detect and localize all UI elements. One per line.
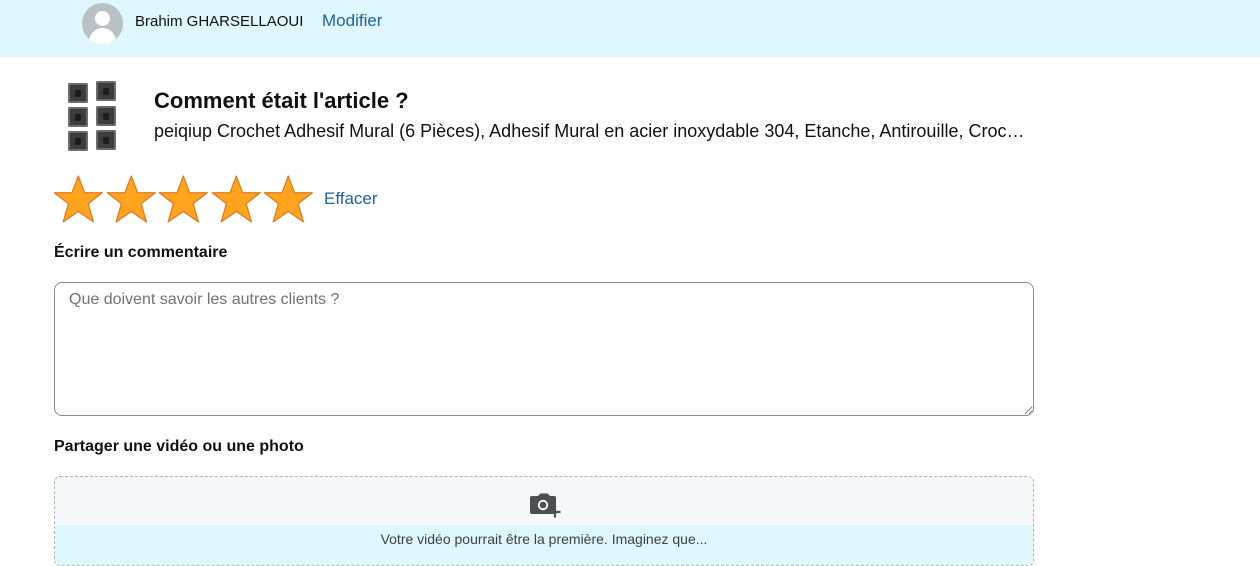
star-icon[interactable] bbox=[52, 175, 105, 225]
avatar-body bbox=[89, 28, 116, 44]
media-label: Partager une vidéo ou une photo bbox=[54, 438, 304, 455]
edit-profile-link[interactable]: Modifier bbox=[322, 11, 382, 31]
star-icon[interactable] bbox=[157, 175, 210, 225]
upload-prompt-banner: Votre vidéo pourrait être la première. I… bbox=[55, 525, 1033, 565]
star-icon[interactable] bbox=[210, 175, 263, 225]
clear-rating-link[interactable]: Effacer bbox=[324, 189, 378, 209]
product-image bbox=[66, 80, 118, 154]
review-label: Écrire un commentaire bbox=[54, 244, 228, 261]
media-upload-area[interactable]: Votre vidéo pourrait être la première. I… bbox=[54, 476, 1034, 566]
star-icon[interactable] bbox=[262, 175, 315, 225]
hook-piece bbox=[96, 106, 116, 126]
avatar bbox=[82, 3, 123, 44]
hook-piece bbox=[96, 130, 116, 150]
review-textarea[interactable] bbox=[54, 282, 1034, 416]
user-header: Brahim GHARSELLAOUI Modifier bbox=[0, 0, 1260, 57]
rating-question: Comment était l'article ? bbox=[154, 88, 409, 113]
hook-piece bbox=[96, 81, 116, 101]
camera-plus-icon bbox=[530, 493, 561, 518]
star-rating[interactable] bbox=[52, 175, 315, 225]
user-name: Brahim GHARSELLAOUI bbox=[135, 13, 304, 30]
product-title: peiqiup Crochet Adhesif Mural (6 Pièces)… bbox=[154, 121, 1034, 141]
hook-piece bbox=[68, 131, 88, 151]
avatar-head bbox=[95, 11, 110, 26]
star-icon[interactable] bbox=[105, 175, 158, 225]
hook-piece bbox=[68, 83, 88, 103]
hook-piece bbox=[68, 107, 88, 127]
upload-prompt-text: Votre vidéo pourrait être la première. I… bbox=[380, 531, 708, 547]
